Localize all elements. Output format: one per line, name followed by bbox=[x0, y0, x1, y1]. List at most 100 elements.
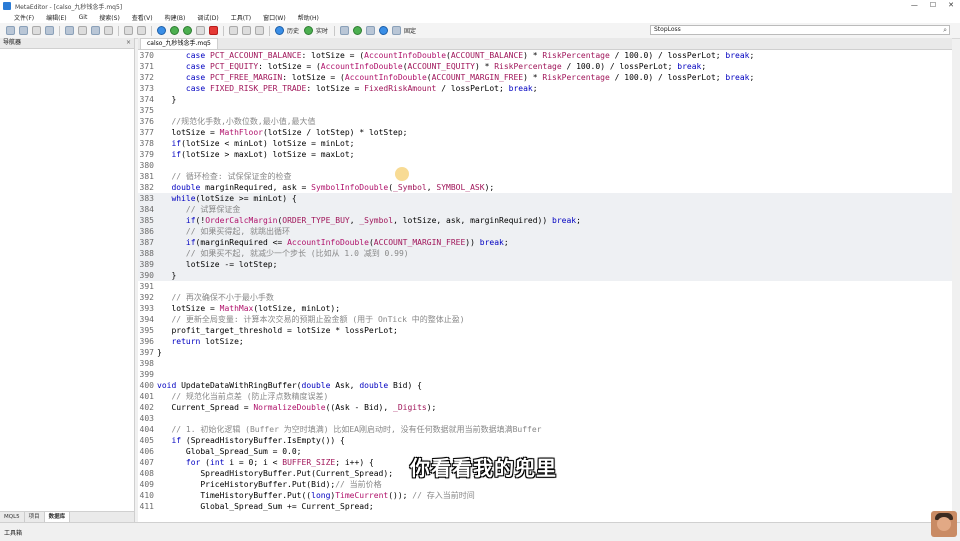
step-over-icon[interactable] bbox=[242, 26, 251, 35]
compare-icon[interactable] bbox=[91, 26, 100, 35]
code-line[interactable]: 411 Global_Spread_Sum += Current_Spread; bbox=[138, 501, 952, 512]
code-line[interactable]: 410 TimeHistoryBuffer.Put((long)TimeCurr… bbox=[138, 490, 952, 501]
print-icon[interactable] bbox=[104, 26, 113, 35]
new-file-icon[interactable] bbox=[6, 26, 15, 35]
code-line[interactable]: 382 double marginRequired, ask = SymbolI… bbox=[138, 182, 952, 193]
search-icon[interactable]: ⌕ bbox=[943, 26, 947, 34]
code-line[interactable]: 385 if(!OrderCalcMargin(ORDER_TYPE_BUY, … bbox=[138, 215, 952, 226]
code-line[interactable]: 404 // 1. 初始化逻辑 (Buffer 为空时填满) 比如EA刚启动时,… bbox=[138, 424, 952, 435]
redo-icon[interactable] bbox=[137, 26, 146, 35]
code-line[interactable]: 372 case PCT_FREE_MARGIN: lotSize = (Acc… bbox=[138, 72, 952, 83]
start-debug-icon[interactable] bbox=[183, 26, 192, 35]
open-folder-icon[interactable] bbox=[32, 26, 41, 35]
history-label[interactable]: 历史 bbox=[287, 26, 299, 35]
layout-icon[interactable] bbox=[65, 26, 74, 35]
bookmark-icon[interactable] bbox=[366, 26, 376, 35]
code-line[interactable]: 395 profit_target_threshold = lotSize * … bbox=[138, 325, 952, 336]
line-number: 372 bbox=[139, 73, 154, 82]
code-line[interactable]: 391 bbox=[138, 281, 952, 292]
menu-view[interactable]: 查看(V) bbox=[126, 13, 159, 22]
pin-icon[interactable] bbox=[392, 26, 402, 35]
code-line[interactable]: 375 bbox=[138, 105, 952, 116]
code-line[interactable]: 386 // 如果买得起, 就跳出循环 bbox=[138, 226, 952, 237]
step-out-icon[interactable] bbox=[255, 26, 264, 35]
menu-edit[interactable]: 编辑(E) bbox=[40, 13, 72, 22]
toolbar-separator bbox=[151, 25, 152, 36]
menu-tools[interactable]: 工具(T) bbox=[225, 13, 257, 22]
settings-icon[interactable] bbox=[379, 26, 389, 35]
realtime-label[interactable]: 实时 bbox=[316, 26, 328, 35]
menu-git[interactable]: Git bbox=[73, 14, 94, 21]
close-icon[interactable]: × bbox=[126, 38, 131, 48]
menu-build[interactable]: 构建(B) bbox=[159, 13, 192, 22]
code-line[interactable]: 392 // 再次确保不小于最小手数 bbox=[138, 292, 952, 303]
code-line[interactable]: 389 lotSize -= lotStep; bbox=[138, 259, 952, 270]
code-line[interactable]: 383 while(lotSize >= minLot) { bbox=[138, 193, 952, 204]
menu-debug[interactable]: 调试(D) bbox=[191, 13, 224, 22]
app-icon bbox=[3, 2, 11, 10]
code-line[interactable]: 405 if (SpreadHistoryBuffer.IsEmpty()) { bbox=[138, 435, 952, 446]
code-line[interactable]: 374 } bbox=[138, 94, 952, 105]
code-text: for (int i = 0; i < BUFFER_SIZE; i++) { bbox=[185, 458, 374, 467]
code-line[interactable]: 378 if(lotSize < minLot) lotSize = minLo… bbox=[138, 138, 952, 149]
code-editor[interactable]: calso_九秒钱念手.mq5 370 case PCT_ACCOUNT_BAL… bbox=[138, 38, 952, 522]
history-icon[interactable] bbox=[275, 26, 284, 35]
document-tab[interactable]: calso_九秒钱念手.mq5 bbox=[140, 38, 218, 49]
tab-project[interactable]: 项目 bbox=[25, 512, 45, 522]
code-line[interactable]: 370 case PCT_ACCOUNT_BALANCE: lotSize = … bbox=[138, 50, 952, 61]
code-line[interactable]: 399 bbox=[138, 369, 952, 380]
code-line[interactable]: 403 bbox=[138, 413, 952, 424]
code-line[interactable]: 380 bbox=[138, 160, 952, 171]
code-line[interactable]: 396 return lotSize; bbox=[138, 336, 952, 347]
toolbox-icon[interactable] bbox=[78, 26, 87, 35]
code-line[interactable]: 371 case PCT_EQUITY: lotSize = (AccountI… bbox=[138, 61, 952, 72]
code-line[interactable]: 373 case FIXED_RISK_PER_TRADE: lotSize =… bbox=[138, 83, 952, 94]
code-line[interactable]: 388 // 如果买不起, 就减少一个步长 (比如从 1.0 减到 0.99) bbox=[138, 248, 952, 259]
tab-database[interactable]: 数据库 bbox=[44, 512, 71, 522]
code-line[interactable]: 402 Current_Spread = NormalizeDouble((As… bbox=[138, 402, 952, 413]
wrench-icon[interactable] bbox=[340, 26, 350, 35]
menu-help[interactable]: 帮助(H) bbox=[292, 13, 325, 22]
code-line[interactable]: 394 // 更新全局变量: 计算本次交易的预期止盈金额 (用于 OnTick … bbox=[138, 314, 952, 325]
save-icon[interactable] bbox=[45, 26, 54, 35]
realtime-icon[interactable] bbox=[304, 26, 314, 35]
code-line[interactable]: 377 lotSize = MathFloor(lotSize / lotSte… bbox=[138, 127, 952, 138]
new-project-icon[interactable] bbox=[19, 26, 28, 35]
close-button[interactable]: ✕ bbox=[948, 1, 954, 9]
pause-icon[interactable] bbox=[196, 26, 205, 35]
code-line[interactable]: 400 void UpdateDataWithRingBuffer(double … bbox=[138, 380, 952, 391]
code-line[interactable]: 381 // 循环检查: 试保保证金的检查 bbox=[138, 171, 952, 182]
compile-icon[interactable] bbox=[157, 26, 166, 35]
step-into-icon[interactable] bbox=[229, 26, 238, 35]
maximize-button[interactable]: ☐ bbox=[930, 1, 936, 9]
window-controls: — ☐ ✕ bbox=[911, 1, 954, 9]
line-number: 378 bbox=[139, 139, 154, 148]
code-line[interactable]: 384 // 试算保证金 bbox=[138, 204, 952, 215]
code-line[interactable]: 379 if(lotSize > maxLot) lotSize = maxLo… bbox=[138, 149, 952, 160]
code-line[interactable]: 376 //规范化手数,小数位数,最小值,最大值 bbox=[138, 116, 952, 127]
code-text: Global_Spread_Sum += Current_Spread; bbox=[157, 502, 374, 511]
code-line[interactable]: 393 lotSize = MathMax(lotSize, minLot); bbox=[138, 303, 952, 314]
code-line[interactable]: 397} bbox=[138, 347, 952, 358]
refresh-icon[interactable] bbox=[353, 26, 363, 35]
code-line[interactable]: 387 if(marginRequired <= AccountInfoDoub… bbox=[138, 237, 952, 248]
menu-search[interactable]: 搜索(S) bbox=[93, 13, 126, 22]
toolbox-label[interactable]: 工具箱 bbox=[4, 528, 22, 537]
stop-icon[interactable] bbox=[209, 26, 218, 35]
code-text: case PCT_EQUITY: lotSize = (AccountInfoD… bbox=[185, 62, 707, 71]
pin-label[interactable]: 固定 bbox=[404, 26, 416, 35]
run-icon[interactable] bbox=[170, 26, 179, 35]
line-number: 375 bbox=[139, 106, 154, 115]
menu-file[interactable]: 文件(F) bbox=[8, 13, 40, 22]
code-line[interactable]: 398 bbox=[138, 358, 952, 369]
tab-mql5[interactable]: MQL5 bbox=[0, 512, 25, 522]
code-line[interactable]: 390 } bbox=[138, 270, 952, 281]
line-number: 405 bbox=[139, 436, 154, 445]
minimize-button[interactable]: — bbox=[911, 1, 918, 9]
search-input[interactable]: StopLoss ⌕ bbox=[650, 25, 950, 35]
line-number: 393 bbox=[139, 304, 154, 313]
code-text: if(marginRequired <= AccountInfoDouble(A… bbox=[185, 238, 509, 247]
code-line[interactable]: 401 // 规范化当前点差 (防止浮点数精度误差) bbox=[138, 391, 952, 402]
undo-icon[interactable] bbox=[124, 26, 133, 35]
menu-window[interactable]: 窗口(W) bbox=[257, 13, 292, 22]
